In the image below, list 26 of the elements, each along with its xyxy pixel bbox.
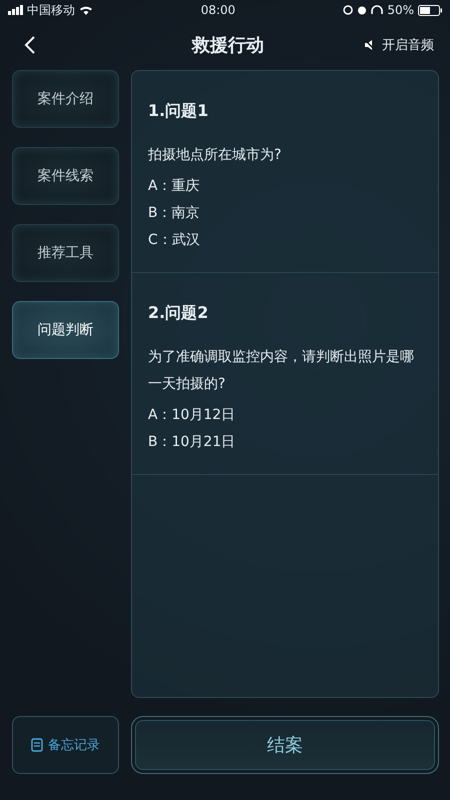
answer-option[interactable]: B：10月21日 bbox=[148, 433, 422, 452]
battery-icon bbox=[418, 4, 442, 16]
notes-button[interactable]: 备忘记录 bbox=[12, 716, 119, 774]
answer-option[interactable]: B：南京 bbox=[148, 204, 422, 223]
back-icon[interactable] bbox=[24, 35, 36, 55]
question-title: 1.问题1 bbox=[148, 101, 210, 122]
battery-percent: 50% bbox=[387, 3, 414, 17]
signal-icon bbox=[8, 5, 23, 15]
side-tab[interactable]: 案件介绍 bbox=[12, 70, 119, 128]
answer-option[interactable]: A：10月12日 bbox=[148, 406, 422, 425]
close-case-button[interactable]: 结案 bbox=[131, 716, 439, 774]
side-tab[interactable]: 问题判断 bbox=[12, 301, 119, 359]
carrier-name: 中国移动 bbox=[27, 2, 75, 18]
side-tab[interactable]: 案件线索 bbox=[12, 147, 119, 205]
question-title: 2.问题2 bbox=[148, 303, 210, 324]
question-text: 拍摄地点所在城市为? bbox=[148, 146, 282, 165]
wifi-icon bbox=[79, 5, 93, 15]
page-title: 救援行动 bbox=[192, 34, 264, 57]
answer-option[interactable]: C：武汉 bbox=[148, 231, 422, 250]
side-tab[interactable]: 推荐工具 bbox=[12, 224, 119, 282]
question-text: 为了准确调取监控内容，请判断出照片是哪一天拍摄的? bbox=[148, 348, 415, 394]
headphones-icon bbox=[371, 5, 384, 15]
notes-icon bbox=[31, 738, 43, 752]
answer-option[interactable]: A：重庆 bbox=[148, 177, 422, 196]
audio-toggle-label[interactable]: 开启音频 bbox=[382, 36, 434, 54]
status-time: 08:00 bbox=[200, 3, 236, 17]
